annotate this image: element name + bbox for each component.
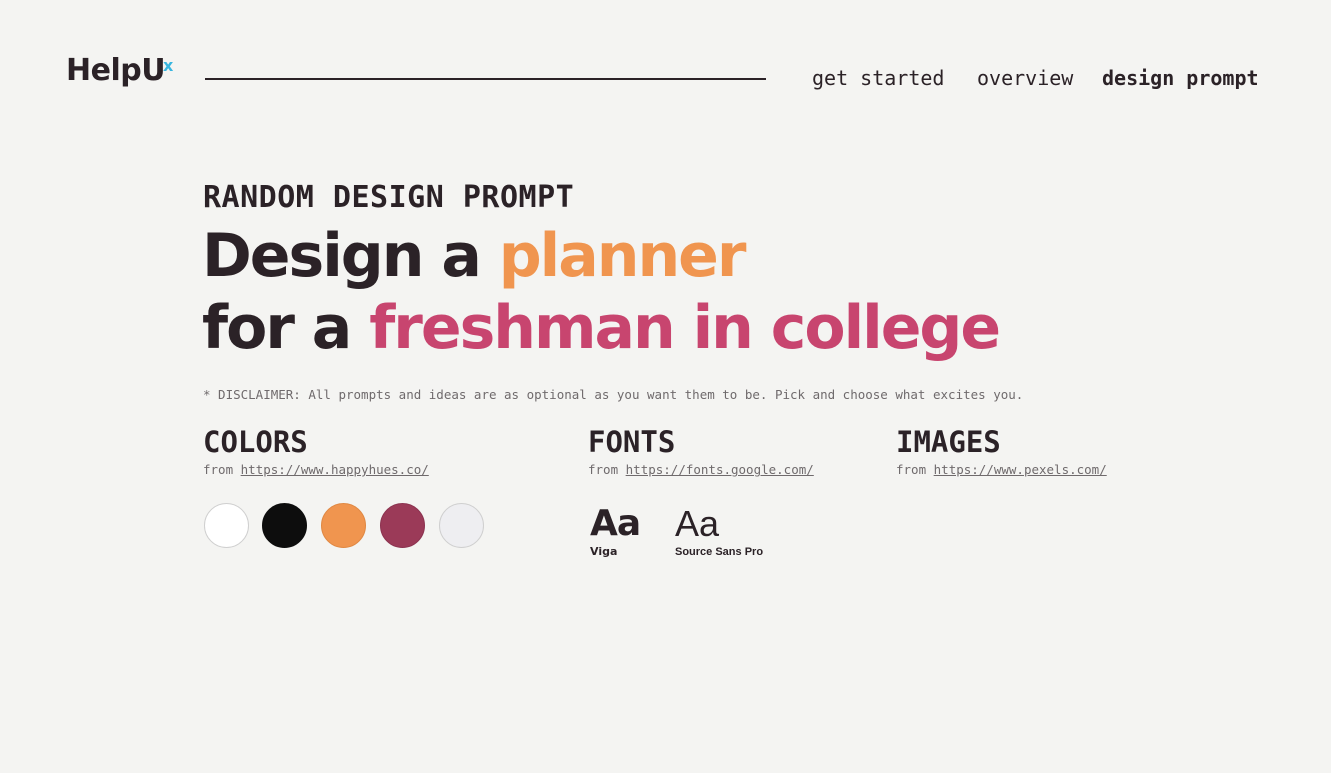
font-name-source-sans: Source Sans Pro <box>675 546 764 558</box>
fonts-source-link[interactable]: https://fonts.google.com/ <box>626 462 814 477</box>
colors-source: from https://www.happyhues.co/ <box>203 461 429 479</box>
nav-overview[interactable]: overview <box>977 64 1073 92</box>
font-sample-source-sans: Aa <box>675 503 720 544</box>
color-swatch-maroon[interactable] <box>380 503 425 548</box>
font-sample-viga: Aa <box>590 503 641 544</box>
fonts-heading: FONTS <box>588 425 676 459</box>
fonts-from-label: from <box>588 462 619 477</box>
color-swatch-white[interactable] <box>204 503 249 548</box>
nav-get-started[interactable]: get started <box>812 64 944 92</box>
colors-source-link[interactable]: https://www.happyhues.co/ <box>241 462 429 477</box>
disclaimer: * DISCLAIMER: All prompts and ideas are … <box>203 387 1024 402</box>
images-source-link[interactable]: https://www.pexels.com/ <box>934 462 1107 477</box>
headline-line-2: for a freshman in college <box>202 292 1001 364</box>
logo-superscript: x <box>163 56 174 75</box>
headline-accent-audience: freshman in college <box>369 293 1001 363</box>
images-source: from https://www.pexels.com/ <box>896 461 1107 479</box>
header-divider <box>205 78 766 80</box>
images-heading: IMAGES <box>896 425 1001 459</box>
fonts-source: from https://fonts.google.com/ <box>588 461 814 479</box>
font-name-viga: Viga <box>590 545 618 558</box>
headline-accent-planner: planner <box>498 221 747 291</box>
prompt-eyebrow: RANDOM DESIGN PROMPT <box>203 180 575 215</box>
color-swatch-black[interactable] <box>262 503 307 548</box>
images-from-label: from <box>896 462 927 477</box>
colors-from-label: from <box>203 462 234 477</box>
color-swatch-orange[interactable] <box>321 503 366 548</box>
logo[interactable]: HelpU <box>66 56 166 86</box>
color-swatch-light-gray[interactable] <box>439 503 484 548</box>
nav-design-prompt[interactable]: design prompt <box>1102 64 1259 92</box>
colors-heading: COLORS <box>203 425 308 459</box>
headline-prefix-2: for a <box>202 293 370 363</box>
headline-prefix-1: Design a <box>202 221 499 291</box>
headline-line-1: Design a planner <box>202 220 747 292</box>
